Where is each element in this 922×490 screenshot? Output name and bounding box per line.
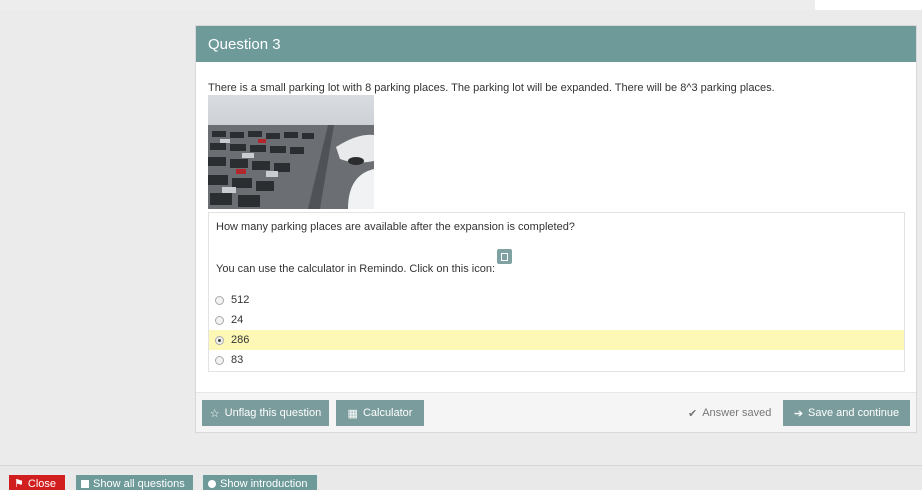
radio-button[interactable]	[215, 315, 224, 325]
radio-button-selected[interactable]	[215, 335, 224, 345]
arrow-right-icon: ➔	[793, 407, 804, 420]
flag-icon: ⚑	[14, 478, 24, 490]
question-stem: There is a small parking lot with 8 park…	[208, 82, 775, 94]
list-icon	[81, 479, 89, 488]
save-and-continue-button[interactable]: ➔ Save and continue	[783, 400, 910, 426]
bottom-bar: ⚑ Close Show all questions Show introduc…	[0, 465, 922, 490]
question-title: Question 3	[208, 36, 281, 53]
option-24[interactable]: 24	[209, 310, 904, 330]
option-512[interactable]: 512	[209, 290, 904, 310]
close-button[interactable]: ⚑ Close	[9, 475, 65, 490]
info-icon	[208, 479, 216, 488]
saved-label: Answer saved	[702, 407, 772, 419]
show-all-label: Show all questions	[93, 477, 185, 490]
option-286[interactable]: 286	[209, 330, 904, 350]
calculator-icon[interactable]	[497, 249, 512, 264]
radio-button[interactable]	[215, 295, 224, 305]
option-label: 24	[231, 314, 244, 326]
top-strip	[0, 0, 922, 10]
unflag-question-button[interactable]: ☆ Unflag this question	[202, 400, 329, 426]
show-all-questions-button[interactable]: Show all questions	[76, 475, 193, 490]
parking-lot-image	[208, 95, 374, 209]
question-card: Question 3 There is a small parking lot …	[195, 25, 917, 433]
unflag-label: Unflag this question	[224, 407, 322, 419]
calculator-button[interactable]: ▦ Calculator	[336, 400, 424, 426]
top-strip-gray	[0, 0, 815, 10]
option-83[interactable]: 83	[209, 350, 904, 370]
calculator-hint: You can use the calculator in Remindo. C…	[216, 263, 496, 275]
question-footer: ☆ Unflag this question ▦ Calculator ✔ An…	[196, 392, 916, 432]
calculator-label: Calculator	[362, 407, 413, 419]
star-icon: ☆	[209, 407, 220, 420]
calculator-icon: ▦	[347, 407, 358, 420]
option-label: 512	[231, 294, 250, 306]
radio-button[interactable]	[215, 355, 224, 365]
question-box: How many parking places are available af…	[208, 212, 905, 372]
close-label: Close	[27, 477, 56, 490]
checkmark-icon: ✔	[688, 408, 698, 420]
question-prompt: How many parking places are available af…	[216, 221, 575, 233]
option-label: 83	[231, 354, 244, 366]
save-continue-label: Save and continue	[808, 407, 900, 419]
show-intro-label: Show introduction	[220, 477, 308, 490]
option-label: 286	[231, 334, 250, 346]
answer-saved-status: ✔ Answer saved	[688, 407, 771, 420]
show-introduction-button[interactable]: Show introduction	[203, 475, 317, 490]
question-header: Question 3	[196, 26, 916, 62]
